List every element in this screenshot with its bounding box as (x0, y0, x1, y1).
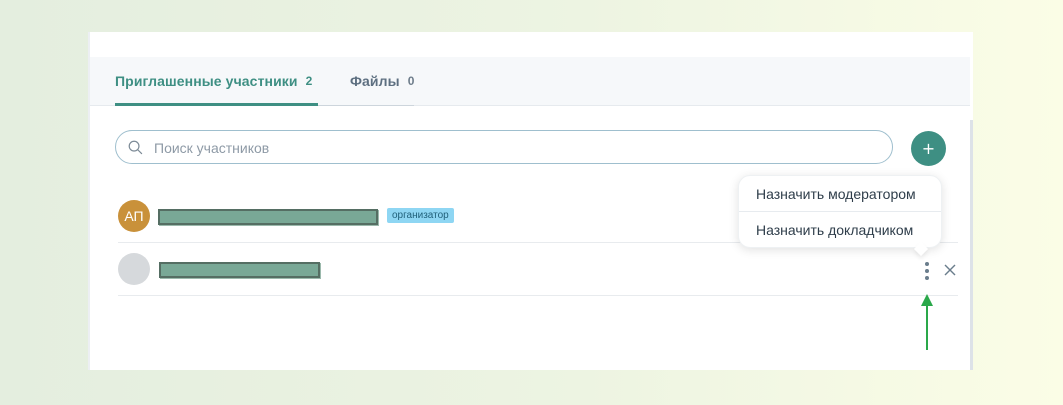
tab-label: Приглашенные участники (115, 73, 298, 89)
menu-item-assign-moderator[interactable]: Назначить модератором (739, 176, 941, 212)
active-tab-indicator (115, 103, 318, 106)
search-input[interactable] (152, 131, 876, 165)
tab-invited-participants[interactable]: Приглашенные участники 2 (115, 57, 312, 105)
participants-panel: Приглашенные участники 2 Файлы 0 + АП ор… (88, 32, 973, 370)
remove-participant-icon[interactable] (941, 261, 959, 279)
avatar: АП (118, 200, 150, 232)
participant-row (118, 243, 958, 296)
participant-name-redacted (158, 209, 378, 225)
annotation-arrow-icon (921, 294, 933, 350)
role-badge: организатор (387, 208, 454, 223)
tab-label: Файлы (350, 73, 400, 89)
add-participant-button[interactable]: + (911, 131, 946, 166)
tab-count: 0 (407, 74, 415, 88)
app-frame: Приглашенные участники 2 Файлы 0 + АП ор… (0, 0, 1063, 405)
participant-name-redacted (159, 262, 320, 278)
menu-item-assign-speaker[interactable]: Назначить докладчиком (739, 212, 941, 248)
tab-files[interactable]: Файлы 0 (350, 57, 414, 105)
scrollbar[interactable] (970, 120, 973, 370)
more-options-icon[interactable] (919, 261, 935, 281)
participant-context-menu: Назначить модератором Назначить докладчи… (738, 175, 942, 257)
tabs-bar: Приглашенные участники 2 Файлы 0 (90, 57, 970, 106)
tab-count: 2 (305, 74, 313, 88)
tab-divider (318, 105, 414, 106)
search-icon (128, 140, 143, 155)
search-field[interactable] (115, 130, 893, 165)
avatar (118, 253, 150, 285)
